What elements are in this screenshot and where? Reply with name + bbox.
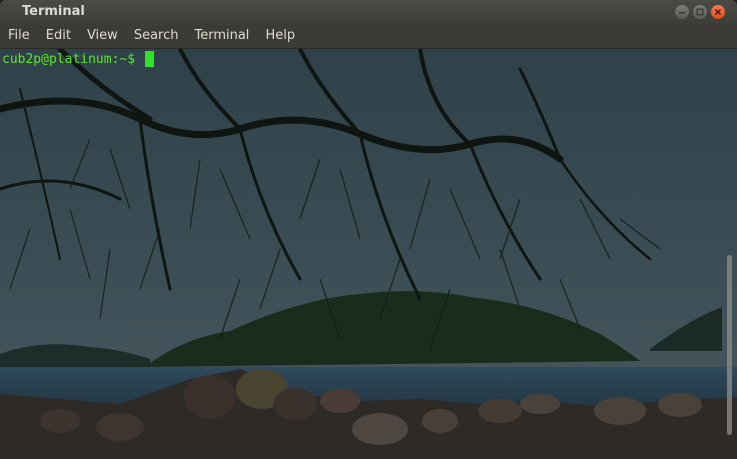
text-cursor	[145, 51, 155, 67]
maximize-icon	[696, 8, 704, 16]
menu-search[interactable]: Search	[126, 25, 187, 48]
menu-view[interactable]: View	[79, 25, 126, 48]
menu-bar: File Edit View Search Terminal Help	[0, 25, 737, 49]
window-title: Terminal	[22, 4, 85, 19]
title-bar[interactable]: Terminal	[0, 0, 737, 25]
minimize-icon	[679, 12, 685, 14]
menu-edit[interactable]: Edit	[38, 25, 79, 48]
window-controls	[675, 5, 725, 19]
prompt-line: cub2p@platinum:~$	[2, 51, 155, 67]
close-icon	[714, 8, 722, 16]
terminal-window: Terminal File Edit View Search Terminal …	[0, 0, 737, 459]
menu-terminal[interactable]: Terminal	[186, 25, 257, 48]
terminal-area[interactable]: cub2p@platinum:~$	[0, 49, 737, 459]
shell-prompt: cub2p@platinum:~$	[2, 51, 136, 67]
close-button[interactable]	[711, 5, 725, 19]
background-landscape-image	[0, 49, 737, 459]
menu-file[interactable]: File	[0, 25, 38, 48]
minimize-button[interactable]	[675, 5, 689, 19]
menu-help[interactable]: Help	[257, 25, 303, 48]
scrollbar[interactable]	[727, 255, 732, 435]
maximize-button[interactable]	[693, 5, 707, 19]
